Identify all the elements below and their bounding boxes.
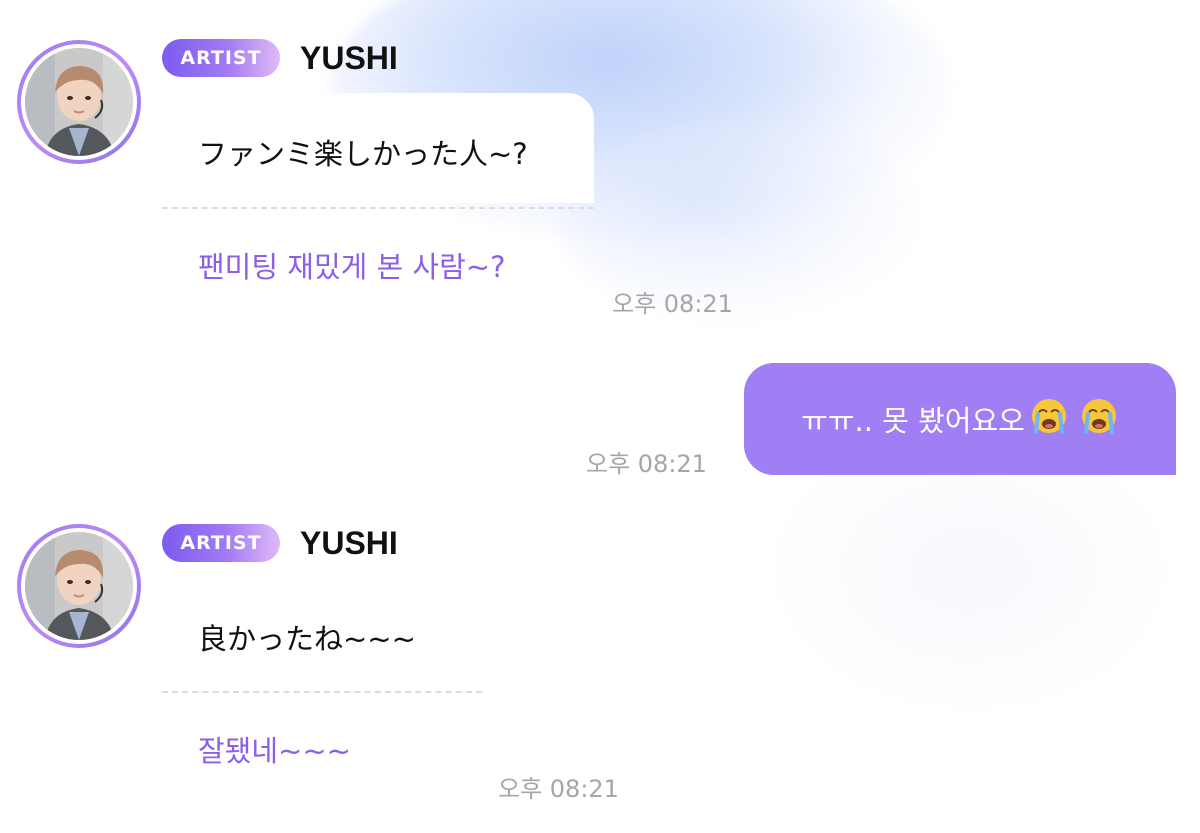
translation-text: 잘됐네~~~ [198, 734, 351, 768]
artist-badge: ARTIST [162, 39, 280, 77]
translation-divider [162, 691, 482, 693]
translation-text: 팬미팅 재밌게 본 사람~? [198, 250, 506, 284]
translation-divider [162, 207, 594, 209]
user-message-text: ㅠㅠ.. 못 봤어요오 [801, 404, 1025, 438]
artist-avatar[interactable] [17, 524, 141, 648]
message-timestamp: 오후 08:21 [498, 775, 619, 803]
loudly-crying-face-icon [1031, 399, 1066, 434]
artist-avatar[interactable] [17, 40, 141, 164]
avatar-photo [25, 48, 133, 156]
avatar-photo [25, 532, 133, 640]
message-timestamp: 오후 08:21 [586, 450, 707, 478]
loudly-crying-face-icon [1081, 399, 1116, 434]
artist-name[interactable]: YUSHI [300, 39, 398, 77]
artist-badge: ARTIST [162, 524, 280, 562]
artist-name[interactable]: YUSHI [300, 524, 398, 562]
user-message-bubble[interactable]: ㅠㅠ.. 못 봤어요오 [744, 363, 1176, 475]
artist-message-text: ファンミ楽しかった人~? [198, 137, 528, 171]
message-timestamp: 오후 08:21 [612, 290, 733, 318]
artist-message-text[interactable]: 良かったね~~~ [198, 616, 416, 658]
